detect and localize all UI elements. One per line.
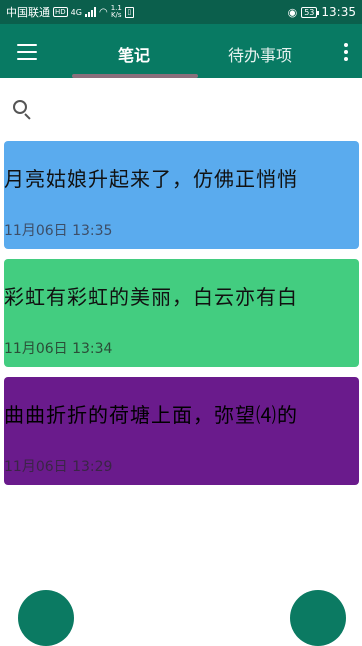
search-icon[interactable] — [13, 100, 27, 114]
clock: 13:35 — [321, 5, 356, 19]
search-bar[interactable] — [0, 86, 362, 130]
note-text: 月亮姑娘升起来了，仿佛正悄悄 — [4, 167, 298, 191]
app-bar: 笔记 待办事项 — [0, 24, 362, 78]
hd-badge: HD — [53, 7, 68, 17]
battery-icon: 53 — [301, 6, 320, 18]
tab-indicator — [72, 74, 198, 78]
network-type: 4G — [70, 7, 82, 17]
tab-notes[interactable]: 笔记 — [118, 42, 150, 66]
sim-icon: ▯ — [124, 6, 134, 18]
wifi-icon: ◠ — [98, 6, 108, 18]
speed-unit: K/s — [110, 11, 122, 19]
note-text: 彩虹有彩虹的美丽，白云亦有白 — [4, 285, 298, 309]
network-speed: 1.1 K/s — [111, 5, 122, 19]
note-card[interactable]: 月亮姑娘升起来了，仿佛正悄悄 11月06日 13:35 — [4, 141, 359, 249]
tab-todo[interactable]: 待办事项 — [228, 42, 292, 66]
fab-left-button[interactable] — [18, 590, 74, 646]
menu-icon[interactable] — [17, 44, 37, 60]
signal-icon — [84, 7, 96, 17]
note-card[interactable]: 彩虹有彩虹的美丽，白云亦有白 11月06日 13:34 — [4, 259, 359, 367]
note-time: 11月06日 13:29 — [4, 459, 113, 475]
note-time: 11月06日 13:35 — [4, 223, 113, 239]
carrier-label: 中国联通 — [6, 6, 50, 19]
note-time: 11月06日 13:34 — [4, 341, 113, 357]
battery-level: 53 — [304, 7, 315, 17]
note-card[interactable]: 曲曲折折的荷塘上面，弥望⑷的 11月06日 13:29 — [4, 377, 359, 485]
fab-right-button[interactable] — [290, 590, 346, 646]
more-vert-icon[interactable] — [344, 43, 348, 61]
eye-icon: ◉ — [287, 5, 298, 19]
note-text: 曲曲折折的荷塘上面，弥望⑷的 — [4, 403, 298, 427]
status-bar: 中国联通 HD 4G ◠ 1.1 K/s ▯ ◉ 53 13:35 — [0, 0, 362, 24]
